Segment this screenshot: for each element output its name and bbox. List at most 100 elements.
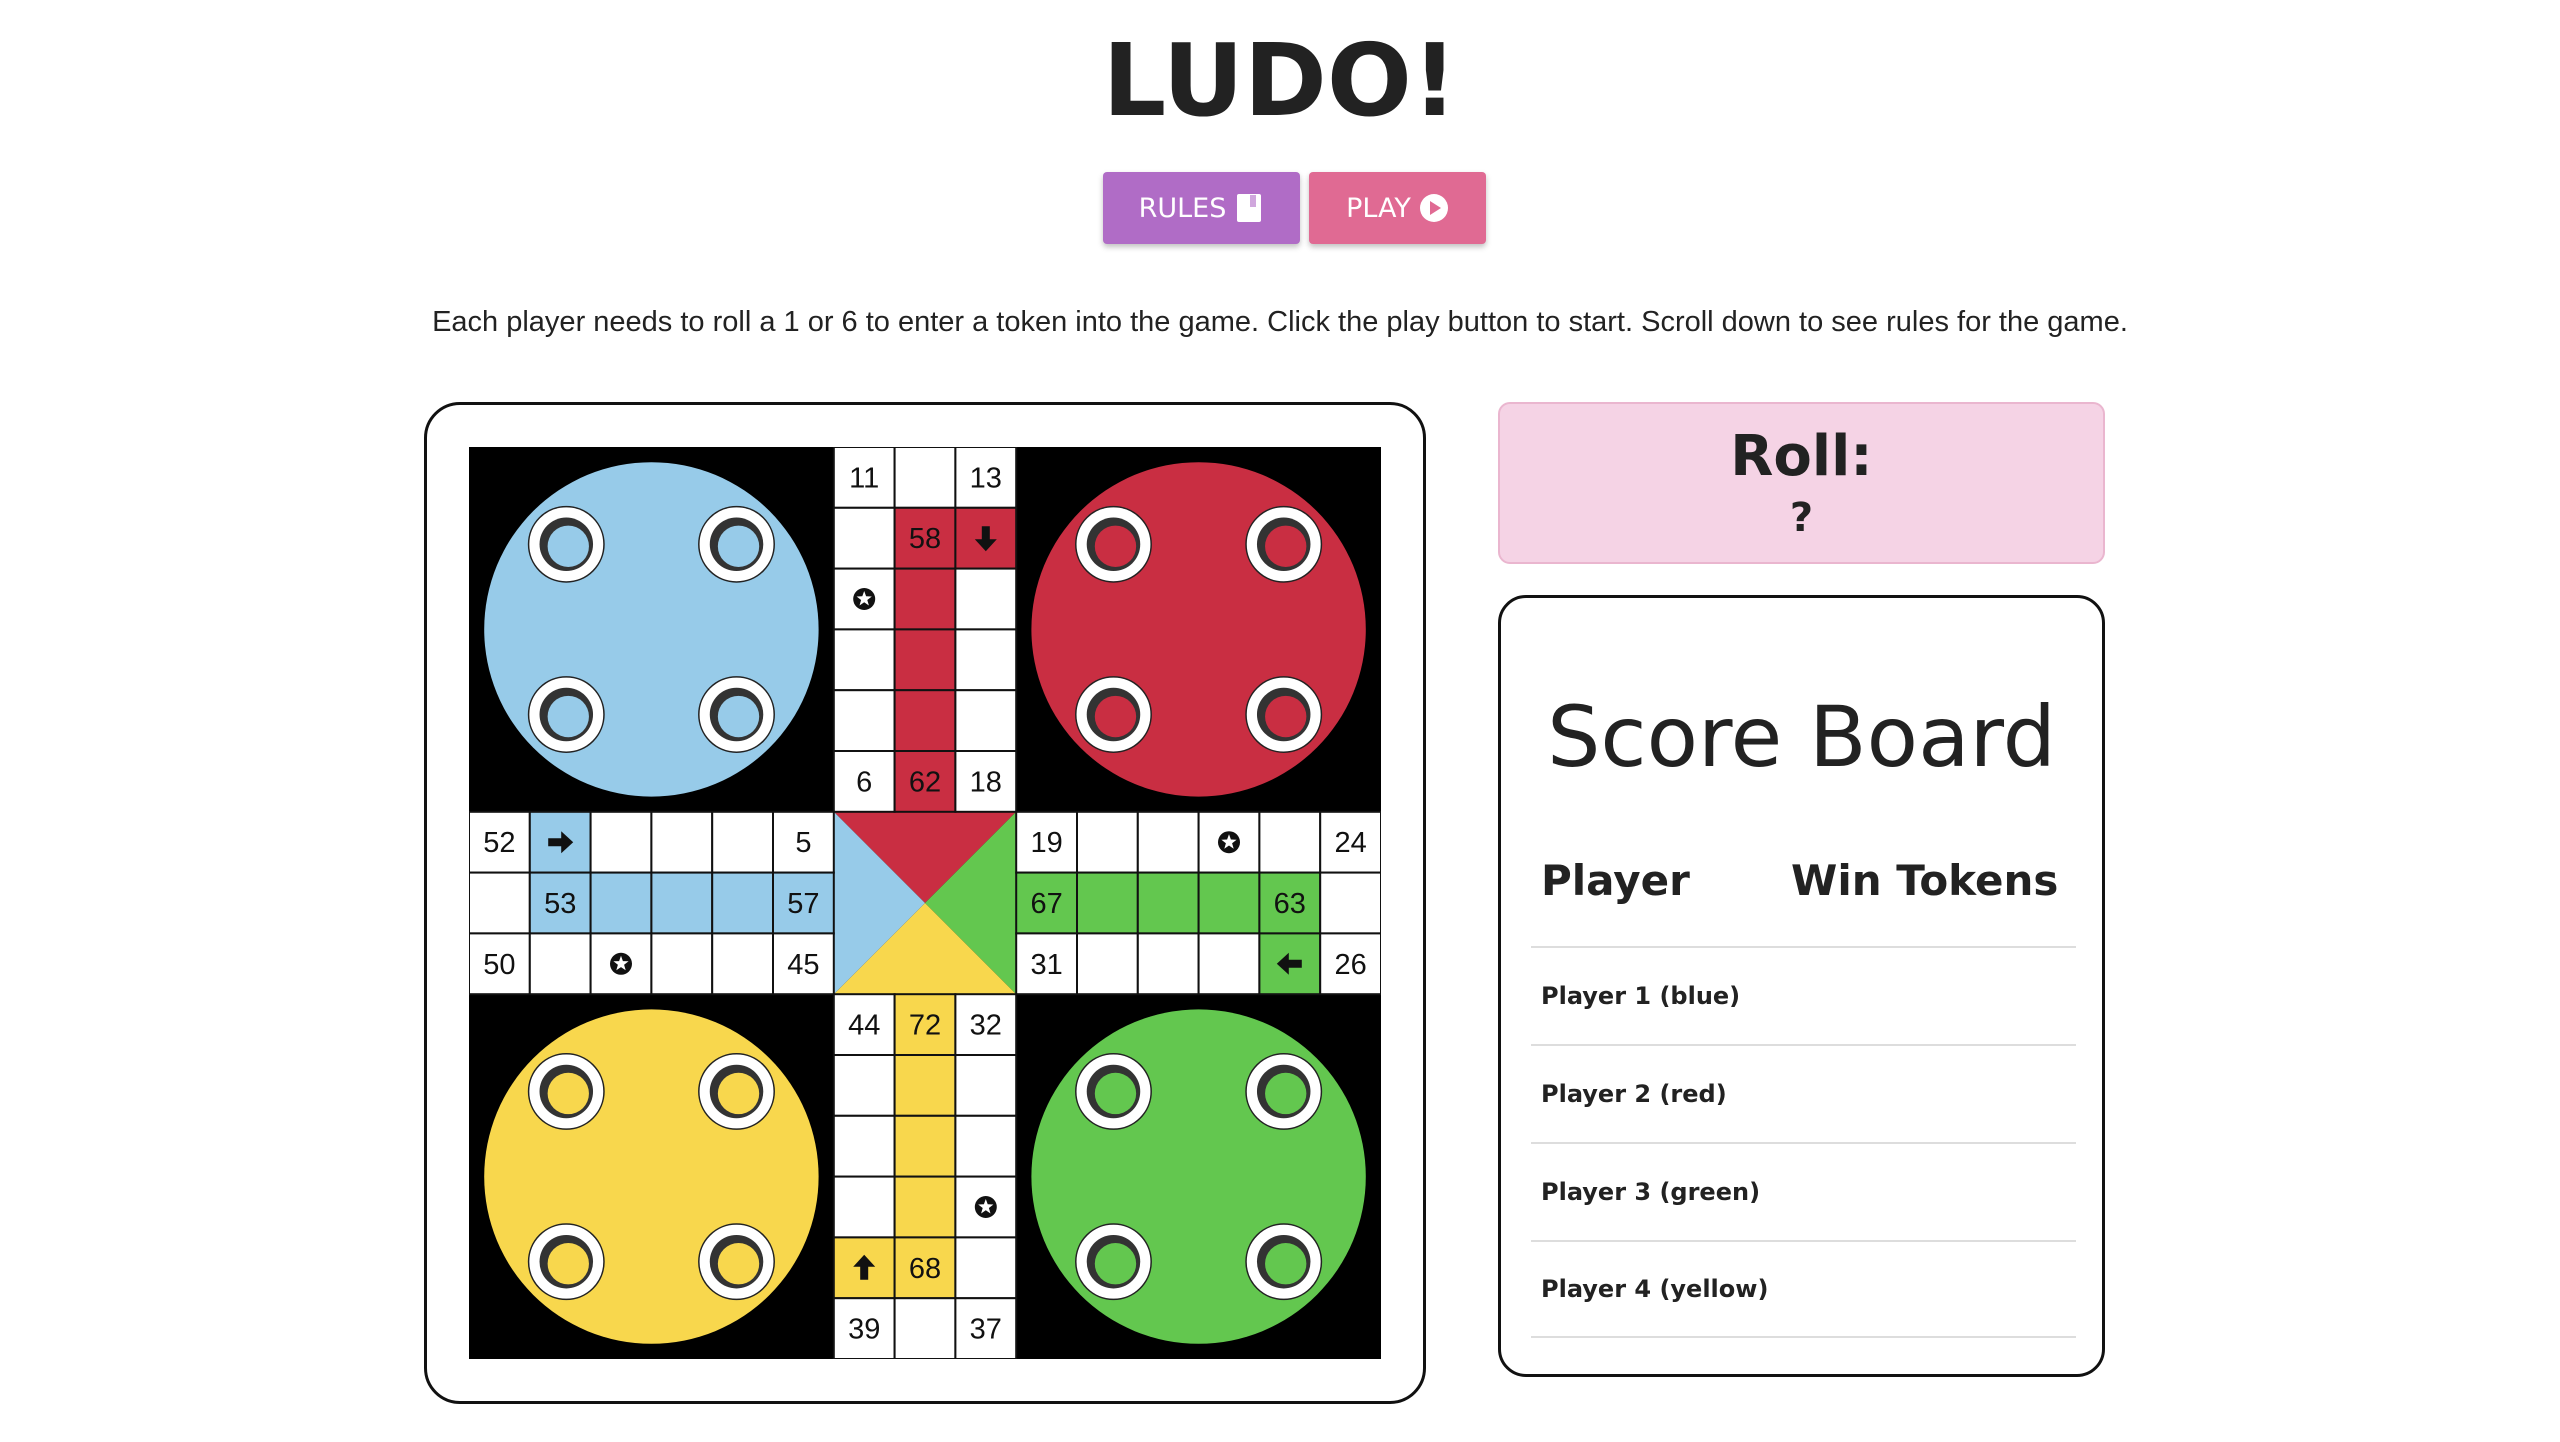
blue-token[interactable] — [547, 525, 589, 567]
cell-number: 44 — [848, 1010, 880, 1042]
board-cell[interactable] — [1136, 871, 1200, 935]
cell-number: 45 — [787, 949, 819, 981]
scoreboard-row: Player 2 (red) — [1531, 1044, 2076, 1142]
yellow-token[interactable] — [547, 1072, 589, 1115]
board-cell[interactable] — [589, 810, 653, 874]
board-cell[interactable] — [832, 689, 896, 752]
yellow-token[interactable] — [717, 1072, 760, 1115]
red-token[interactable] — [1094, 525, 1137, 567]
board-cell[interactable] — [832, 1114, 896, 1178]
cell-number: 5 — [795, 827, 811, 859]
scoreboard-row: Player 1 (blue) — [1531, 946, 2076, 1044]
cell-number: 11 — [849, 462, 879, 494]
board-cell[interactable] — [954, 1054, 1018, 1117]
board-cell[interactable] — [711, 932, 774, 996]
scoreboard: Score Board Player Win Tokens Player 1 (… — [1498, 595, 2105, 1377]
cell-number: 62 — [909, 766, 941, 798]
scoreboard-player-name: Player 3 (green) — [1541, 1178, 1761, 1206]
board-cell[interactable] — [893, 1175, 957, 1239]
board-cell[interactable] — [832, 506, 896, 570]
cell-number: 32 — [970, 1010, 1002, 1042]
cell-number: 63 — [1274, 888, 1306, 920]
board-cell[interactable] — [1319, 871, 1381, 935]
cell-number: 67 — [1030, 888, 1062, 920]
scoreboard-row: Player 3 (green) — [1531, 1142, 2076, 1240]
board-cell[interactable] — [832, 1175, 896, 1239]
ludo-board: 11 13 58 6 62 18 52 5 53 57 50 45 19 24 67 63 31 26 44 72 32… — [469, 447, 1381, 1359]
scoreboard-header-win-tokens: Win Tokens — [1791, 856, 2059, 905]
board-cell[interactable] — [1136, 932, 1200, 996]
red-token[interactable] — [1265, 695, 1307, 738]
green-token[interactable] — [1094, 1243, 1137, 1285]
board-cell[interactable] — [1076, 810, 1139, 874]
green-token[interactable] — [1265, 1243, 1307, 1285]
board-cell[interactable] — [893, 1114, 957, 1178]
cell-number: 57 — [787, 888, 819, 920]
blue-token[interactable] — [547, 695, 589, 738]
roll-label: Roll: — [1730, 424, 1873, 489]
scoreboard-player-name: Player 2 (red) — [1541, 1080, 1727, 1108]
board-cell[interactable] — [893, 567, 957, 631]
board-cell[interactable] — [1076, 871, 1139, 935]
yellow-home-base — [484, 1009, 819, 1344]
green-token[interactable] — [1094, 1072, 1137, 1115]
board-cell[interactable] — [528, 932, 592, 996]
rules-button[interactable]: RULES — [1103, 172, 1300, 244]
board-cell[interactable] — [711, 810, 774, 874]
board-cell[interactable] — [893, 1054, 957, 1117]
board-cell[interactable] — [1136, 810, 1200, 874]
board-cell[interactable] — [954, 1236, 1018, 1300]
board-cell[interactable] — [954, 689, 1018, 752]
play-button-label: PLAY — [1346, 192, 1411, 224]
board-cell[interactable] — [1076, 932, 1139, 996]
play-circle-icon — [1419, 193, 1449, 223]
board-cell[interactable] — [832, 628, 896, 692]
yellow-token[interactable] — [547, 1243, 589, 1285]
blue-token[interactable] — [717, 695, 760, 738]
red-token[interactable] — [1265, 525, 1307, 567]
play-button[interactable]: PLAY — [1309, 172, 1486, 244]
board-cell[interactable] — [893, 1297, 957, 1359]
board-cell[interactable] — [893, 689, 957, 752]
cell-number: 19 — [1030, 827, 1062, 859]
board-cell[interactable] — [1197, 932, 1261, 996]
board-cell[interactable] — [1258, 810, 1322, 874]
scoreboard-header-player: Player — [1541, 856, 1690, 905]
board-cell[interactable] — [893, 628, 957, 692]
scoreboard-title: Score Board — [1547, 688, 2056, 786]
board-cell[interactable] — [650, 810, 714, 874]
board-cell[interactable] — [893, 447, 957, 509]
cell-number: 39 — [848, 1314, 880, 1346]
board-cell[interactable] — [711, 871, 774, 935]
red-token[interactable] — [1094, 695, 1137, 738]
green-token[interactable] — [1265, 1072, 1307, 1115]
yellow-token[interactable] — [717, 1243, 760, 1285]
cell-number: 31 — [1030, 949, 1062, 981]
cell-number: 24 — [1334, 827, 1366, 859]
cell-number: 72 — [909, 1010, 941, 1042]
blue-home-base — [484, 462, 819, 797]
roll-value: ? — [1789, 495, 1814, 541]
cell-number: 26 — [1334, 949, 1366, 981]
cell-number: 13 — [970, 462, 1002, 494]
blue-token[interactable] — [717, 525, 760, 567]
board-cell[interactable] — [954, 628, 1018, 692]
board-cell[interactable] — [954, 1114, 1018, 1178]
roll-panel[interactable]: Roll: ? — [1498, 402, 2105, 564]
cell-number: 68 — [909, 1253, 941, 1285]
cell-number: 37 — [970, 1314, 1002, 1346]
board-cell[interactable] — [832, 1054, 896, 1117]
scoreboard-player-name: Player 1 (blue) — [1541, 982, 1741, 1010]
board-cell[interactable] — [650, 932, 714, 996]
scoreboard-player-name: Player 4 (yellow) — [1541, 1275, 1769, 1303]
board-cell[interactable] — [469, 871, 531, 935]
board-cell[interactable] — [650, 871, 714, 935]
cell-number: 53 — [544, 888, 576, 920]
rules-button-label: RULES — [1138, 192, 1227, 224]
board-cell[interactable] — [954, 567, 1018, 631]
board-cell[interactable] — [1197, 871, 1261, 935]
green-home-base — [1031, 1009, 1366, 1344]
board-cell[interactable] — [589, 871, 653, 935]
page-title: LUDO! — [1102, 22, 1458, 139]
cell-number: 18 — [970, 766, 1002, 798]
